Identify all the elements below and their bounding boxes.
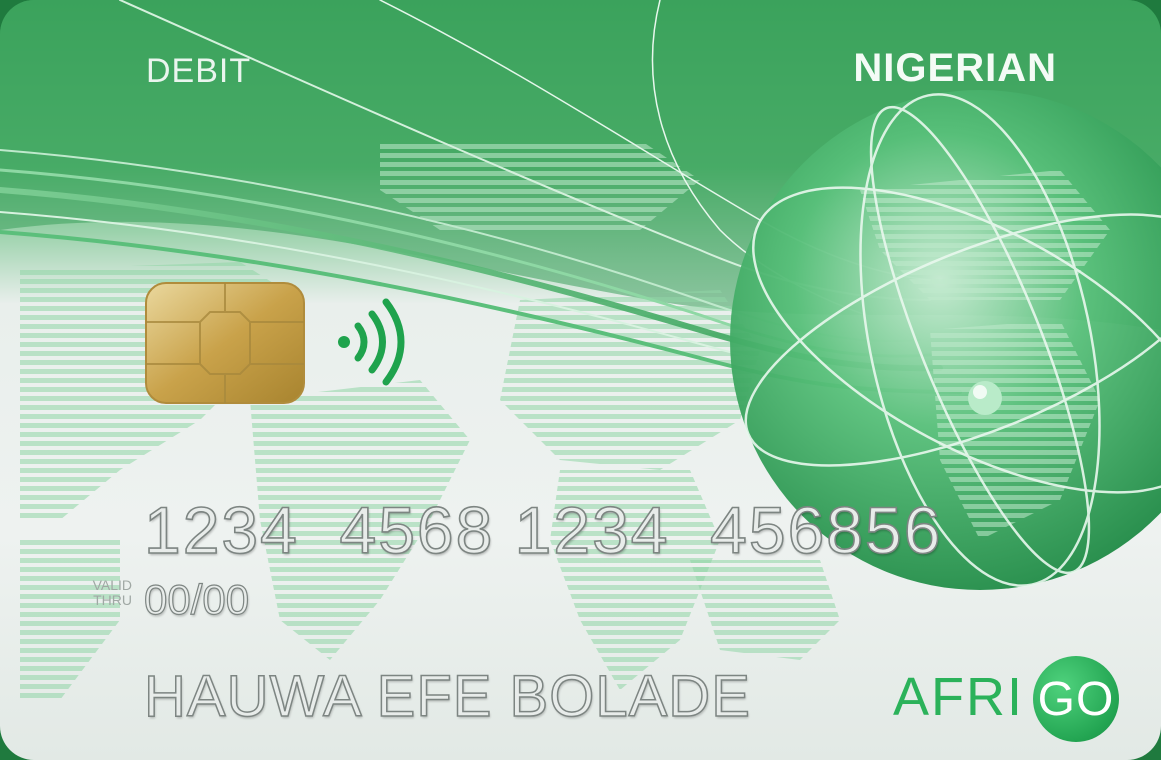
contactless-icon	[338, 298, 405, 386]
card-country-label: NIGERIAN	[853, 46, 1057, 90]
card-type-label: DEBIT	[146, 52, 252, 90]
debit-card: DEBIT NIGERIAN 1234 4568 1234 456856 VAL…	[0, 0, 1161, 760]
card-number: 1234 4568 1234 456856	[143, 492, 943, 568]
brand-text: AFRI	[893, 667, 1025, 727]
valid-label-line1: VALID	[92, 577, 132, 593]
valid-thru-label: VALID THRU	[72, 578, 132, 608]
valid-label-line2: THRU	[93, 592, 132, 608]
cardholder-name: HAUWA EFE BOLADE	[143, 663, 751, 730]
brand-circle: GO	[1033, 656, 1119, 742]
afrigo-logo: AFRI GO	[893, 656, 1127, 742]
valid-thru-date: 00/00	[143, 575, 250, 623]
emv-chip-icon	[145, 282, 305, 404]
